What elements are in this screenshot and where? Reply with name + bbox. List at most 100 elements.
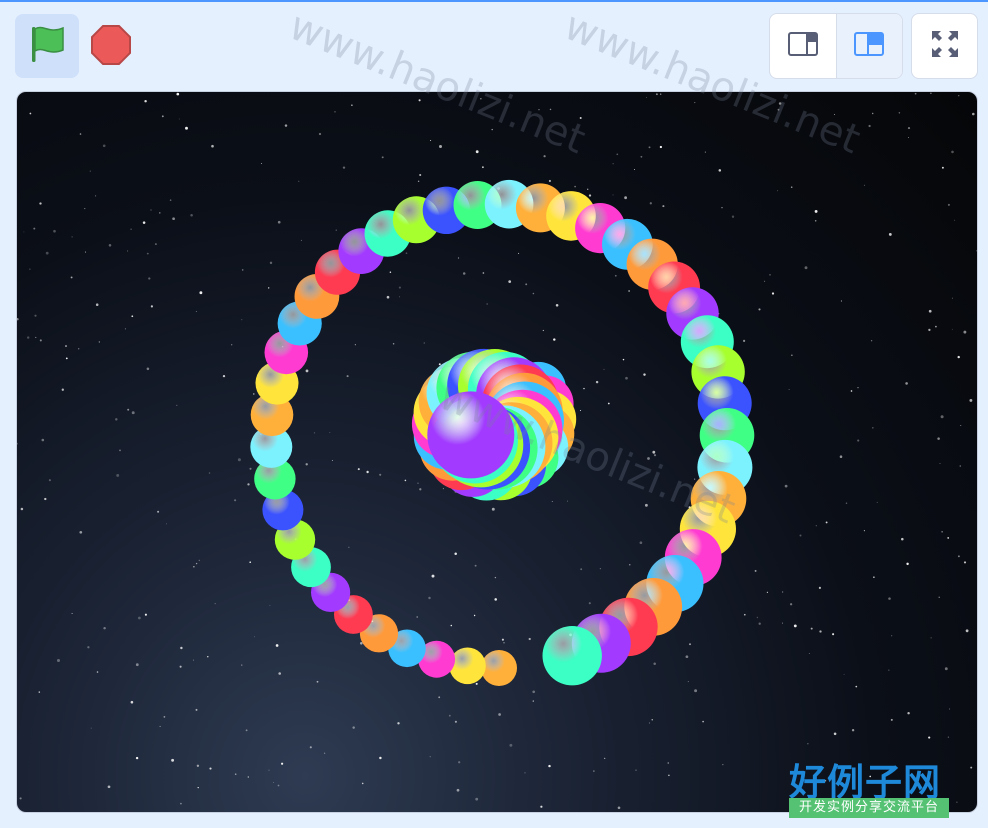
star bbox=[180, 802, 182, 805]
fullscreen-button[interactable] bbox=[911, 13, 978, 79]
ball bbox=[427, 391, 515, 479]
stop-sign-icon bbox=[89, 23, 133, 72]
star bbox=[431, 574, 435, 578]
star bbox=[646, 97, 648, 99]
stop-button[interactable] bbox=[86, 22, 136, 72]
star bbox=[33, 227, 36, 230]
normal-stage-button[interactable] bbox=[835, 14, 902, 78]
star bbox=[98, 341, 100, 343]
star bbox=[855, 685, 858, 688]
star bbox=[386, 295, 390, 299]
star bbox=[588, 194, 592, 197]
small-stage-mode-icon bbox=[787, 30, 819, 63]
green-flag-button[interactable] bbox=[15, 14, 79, 78]
star bbox=[784, 484, 788, 488]
star bbox=[335, 229, 337, 231]
stage-canvas[interactable] bbox=[16, 91, 978, 813]
star bbox=[579, 117, 582, 119]
star bbox=[970, 766, 973, 769]
star bbox=[209, 767, 212, 770]
star bbox=[628, 290, 630, 292]
star bbox=[146, 252, 149, 255]
star bbox=[769, 274, 771, 276]
star bbox=[96, 671, 99, 673]
star bbox=[138, 616, 141, 620]
star bbox=[116, 473, 120, 477]
star bbox=[419, 173, 422, 177]
star bbox=[908, 137, 909, 138]
star bbox=[503, 642, 505, 644]
star bbox=[154, 243, 157, 246]
star bbox=[587, 188, 589, 190]
star bbox=[593, 770, 595, 772]
star bbox=[29, 268, 31, 270]
star bbox=[538, 109, 540, 111]
star bbox=[607, 402, 610, 405]
star bbox=[528, 637, 531, 641]
star bbox=[144, 613, 147, 616]
star bbox=[818, 586, 821, 589]
star bbox=[305, 463, 308, 466]
star bbox=[702, 720, 704, 723]
star bbox=[668, 774, 670, 777]
star bbox=[612, 163, 614, 165]
star bbox=[29, 112, 32, 115]
star bbox=[71, 236, 73, 238]
star bbox=[508, 280, 512, 283]
star bbox=[45, 251, 49, 255]
star bbox=[890, 718, 893, 721]
star bbox=[825, 521, 828, 524]
star bbox=[951, 328, 953, 330]
star bbox=[456, 788, 460, 792]
star bbox=[231, 344, 233, 346]
star bbox=[70, 276, 73, 279]
star bbox=[976, 250, 977, 252]
star bbox=[629, 564, 631, 566]
star bbox=[898, 112, 901, 114]
star bbox=[509, 743, 513, 747]
star bbox=[405, 252, 408, 255]
star bbox=[501, 638, 504, 641]
brand-subtitle: 开发实例分享交流平台 bbox=[789, 798, 949, 818]
star bbox=[624, 196, 627, 200]
star bbox=[39, 202, 42, 205]
star bbox=[195, 708, 198, 711]
star bbox=[241, 319, 243, 321]
star bbox=[659, 145, 663, 149]
star bbox=[442, 488, 444, 490]
star bbox=[27, 336, 30, 339]
star bbox=[807, 743, 809, 745]
star bbox=[758, 622, 761, 625]
star bbox=[108, 244, 112, 247]
star bbox=[905, 382, 908, 385]
star bbox=[754, 569, 757, 572]
star bbox=[234, 499, 237, 502]
star bbox=[907, 127, 911, 130]
star bbox=[969, 398, 973, 402]
star bbox=[35, 336, 37, 338]
star bbox=[278, 672, 281, 675]
star bbox=[298, 180, 300, 182]
star bbox=[197, 786, 199, 789]
star bbox=[524, 772, 526, 774]
star bbox=[553, 338, 556, 341]
star bbox=[379, 756, 382, 760]
star bbox=[193, 566, 195, 568]
star bbox=[782, 591, 784, 593]
star bbox=[876, 501, 878, 503]
stage-render bbox=[17, 92, 977, 810]
star bbox=[972, 112, 975, 116]
star bbox=[348, 546, 350, 548]
star bbox=[119, 449, 121, 452]
star bbox=[329, 431, 331, 434]
star bbox=[161, 115, 164, 118]
star bbox=[357, 468, 360, 471]
brand-logo: 好例子网 开发实例分享交流平台 bbox=[789, 752, 951, 818]
star bbox=[473, 614, 476, 617]
star bbox=[249, 561, 252, 564]
star bbox=[462, 272, 466, 275]
star bbox=[135, 663, 139, 667]
small-stage-button[interactable] bbox=[770, 14, 836, 78]
normal-stage-mode-icon bbox=[853, 30, 885, 63]
star bbox=[643, 373, 646, 376]
